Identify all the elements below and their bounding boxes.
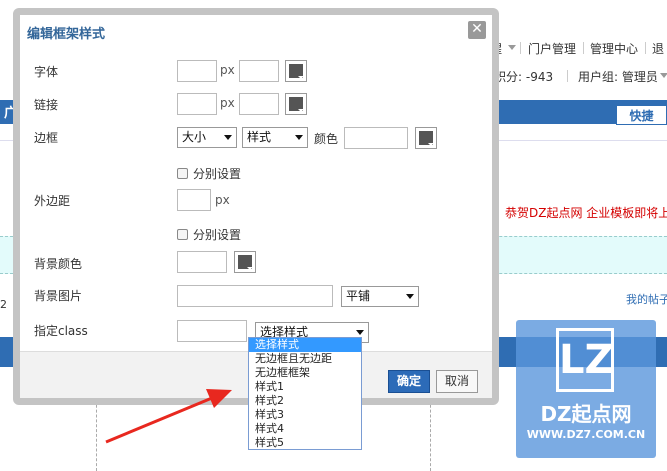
red-arrow-icon <box>105 389 232 444</box>
